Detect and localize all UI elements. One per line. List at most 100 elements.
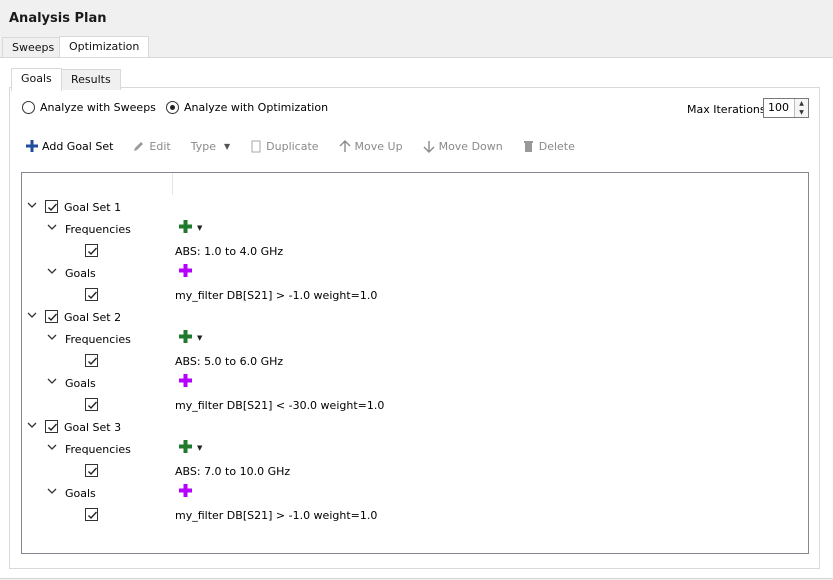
tab-optimization[interactable]: Optimization [59, 36, 150, 59]
analyze-with-sweeps-label: Analyze with Sweeps [40, 101, 156, 114]
duplicate-label: Duplicate [266, 139, 319, 153]
add-goal-button[interactable] [179, 374, 192, 390]
frequency-checkbox[interactable] [85, 354, 98, 367]
goal-toolbar: Add Goal Set Edit Type ▼ Duplicate Move … [26, 137, 595, 155]
add-frequency-button[interactable]: ▼ [179, 330, 202, 346]
tab-sweeps[interactable]: Sweeps [2, 37, 65, 58]
delete-label: Delete [538, 139, 575, 153]
add-frequency-button[interactable]: ▼ [179, 440, 202, 456]
frequency-range[interactable]: ABS: 5.0 to 6.0 GHz [175, 355, 283, 368]
goal-checkbox[interactable] [85, 398, 98, 411]
plus-icon [26, 140, 38, 152]
frequencies-row[interactable]: Frequencies ▼ [22, 329, 808, 349]
add-goal-button[interactable] [179, 484, 192, 500]
pencil-icon [133, 140, 145, 152]
add-goal-set-button[interactable]: Add Goal Set [26, 140, 113, 153]
goal-set-checkbox[interactable] [45, 310, 58, 323]
frequency-checkbox[interactable] [85, 464, 98, 477]
move-up-button[interactable]: Move Up [339, 140, 403, 153]
chevron-down-icon: ▼ [223, 141, 231, 151]
move-down-button[interactable]: Move Down [423, 140, 503, 153]
chevron-down-icon[interactable] [47, 376, 59, 388]
goal-set-row[interactable]: Goal Set 3 [22, 417, 808, 437]
tab-results[interactable]: Results [61, 69, 121, 90]
add-frequency-button[interactable]: ▼ [179, 220, 202, 236]
duplicate-icon [250, 140, 262, 153]
goals-row[interactable]: Goals [22, 263, 808, 283]
arrow-down-icon [423, 140, 435, 153]
goal-set-row[interactable]: Goal Set 2 [22, 307, 808, 327]
plus-icon [179, 374, 192, 390]
type-label: Type [190, 139, 216, 153]
decrement-icon[interactable]: ▼ [795, 108, 808, 117]
analyze-with-optimization-radio[interactable]: Analyze with Optimization [166, 101, 328, 114]
goals-label: Goals [65, 487, 96, 500]
edit-button[interactable]: Edit [133, 140, 171, 153]
tab-goals[interactable]: Goals [11, 68, 62, 91]
goal-expression[interactable]: my_filter DB[S21] > -1.0 weight=1.0 [175, 289, 377, 302]
frequency-item[interactable]: ABS: 7.0 to 10.0 GHz [22, 461, 808, 481]
frequency-item[interactable]: ABS: 1.0 to 4.0 GHz [22, 241, 808, 261]
move-up-label: Move Up [354, 139, 403, 153]
goal-item[interactable]: my_filter DB[S21] > -1.0 weight=1.0 [22, 505, 808, 525]
frequencies-row[interactable]: Frequencies ▼ [22, 439, 808, 459]
chevron-down-icon[interactable] [27, 420, 39, 432]
frequency-range[interactable]: ABS: 7.0 to 10.0 GHz [175, 465, 290, 478]
goal-set-name: Goal Set 3 [64, 421, 122, 434]
frequencies-label: Frequencies [65, 443, 131, 456]
chevron-down-icon[interactable] [27, 310, 39, 322]
chevron-down-icon[interactable]: ▼ [197, 444, 202, 452]
plus-icon [179, 264, 192, 280]
arrow-up-icon [339, 139, 351, 153]
type-dropdown[interactable]: Type ▼ [191, 140, 230, 153]
move-down-label: Move Down [438, 139, 503, 153]
frequencies-row[interactable]: Frequencies ▼ [22, 219, 808, 239]
goal-set-checkbox[interactable] [45, 420, 58, 433]
frequencies-label: Frequencies [65, 223, 131, 236]
chevron-down-icon[interactable] [47, 222, 59, 234]
add-goal-button[interactable] [179, 264, 192, 280]
goal-set-name: Goal Set 1 [64, 201, 122, 214]
plus-icon [179, 220, 192, 236]
bottom-border [0, 578, 833, 579]
increment-icon[interactable]: ▲ [795, 99, 808, 108]
goal-item[interactable]: my_filter DB[S21] > -1.0 weight=1.0 [22, 285, 808, 305]
goal-expression[interactable]: my_filter DB[S21] < -30.0 weight=1.0 [175, 399, 384, 412]
goal-expression[interactable]: my_filter DB[S21] > -1.0 weight=1.0 [175, 509, 377, 522]
goal-set-name: Goal Set 2 [64, 311, 122, 324]
goals-row[interactable]: Goals [22, 483, 808, 503]
chevron-down-icon[interactable] [47, 486, 59, 498]
goal-item[interactable]: my_filter DB[S21] < -30.0 weight=1.0 [22, 395, 808, 415]
goal-checkbox[interactable] [85, 508, 98, 521]
frequency-checkbox[interactable] [85, 244, 98, 257]
radio-button-selected[interactable] [166, 101, 179, 114]
plus-icon [179, 440, 192, 456]
goal-tree: Goal Set 1 Frequencies ▼ ABS: 1.0 to 4.0 GH… [21, 172, 809, 554]
chevron-down-icon[interactable]: ▼ [197, 224, 202, 232]
trash-icon [523, 140, 535, 152]
stepper-buttons[interactable]: ▲ ▼ [794, 99, 808, 117]
page-title: Analysis Plan [9, 11, 107, 26]
duplicate-button[interactable]: Duplicate [250, 139, 319, 153]
max-iterations-stepper[interactable]: 100 ▲ ▼ [763, 98, 809, 118]
goal-set-row[interactable]: Goal Set 1 [22, 197, 808, 217]
chevron-down-icon[interactable] [47, 442, 59, 454]
max-iterations-value[interactable]: 100 [768, 101, 789, 114]
goal-checkbox[interactable] [85, 288, 98, 301]
column-divider[interactable] [172, 173, 173, 195]
plus-icon [179, 484, 192, 500]
frequency-item[interactable]: ABS: 5.0 to 6.0 GHz [22, 351, 808, 371]
max-iterations-label: Max Iterations [687, 103, 766, 116]
goals-row[interactable]: Goals [22, 373, 808, 393]
radio-button[interactable] [22, 101, 35, 114]
delete-button[interactable]: Delete [523, 140, 575, 153]
frequency-range[interactable]: ABS: 1.0 to 4.0 GHz [175, 245, 283, 258]
goal-set-checkbox[interactable] [45, 200, 58, 213]
chevron-down-icon[interactable] [47, 266, 59, 278]
chevron-down-icon[interactable] [27, 200, 39, 212]
chevron-down-icon[interactable]: ▼ [197, 334, 202, 342]
plus-icon [179, 330, 192, 346]
goals-label: Goals [65, 377, 96, 390]
analyze-with-sweeps-radio[interactable]: Analyze with Sweeps [22, 101, 156, 114]
chevron-down-icon[interactable] [47, 332, 59, 344]
